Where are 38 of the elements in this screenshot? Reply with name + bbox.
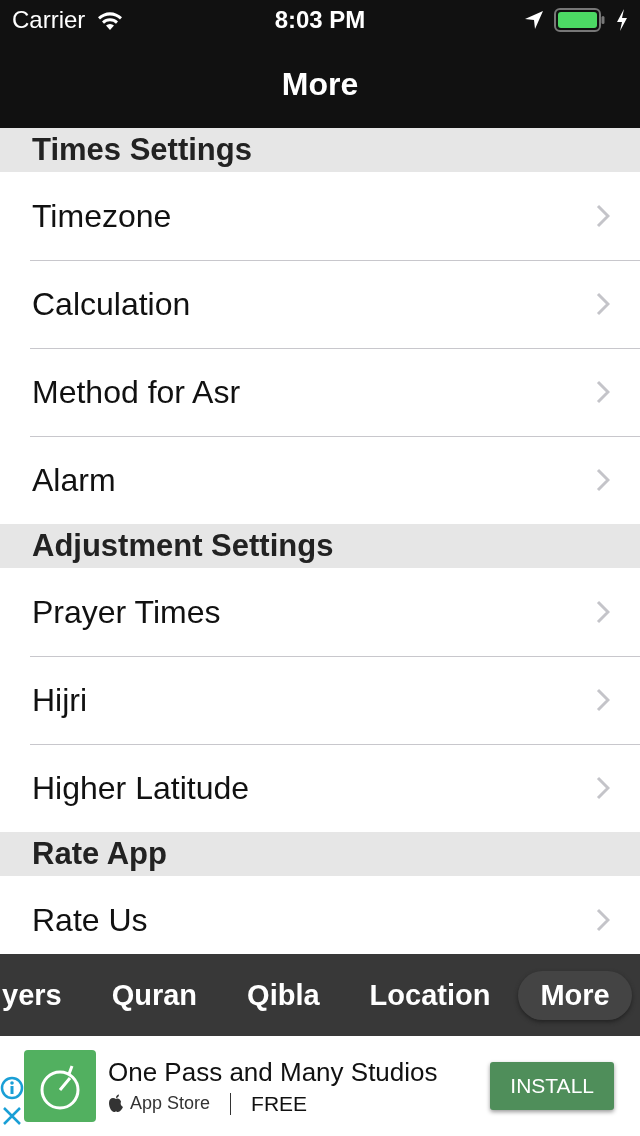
settings-row[interactable]: Prayer Times xyxy=(0,568,640,656)
clock-time: 8:03 PM xyxy=(274,6,366,34)
tab[interactable]: More xyxy=(518,970,632,1020)
settings-row[interactable]: Calculation xyxy=(0,260,640,348)
tab[interactable]: Location xyxy=(347,970,513,1020)
charging-bolt-icon xyxy=(616,9,628,31)
settings-row[interactable]: Method for Asr xyxy=(0,348,640,436)
ad-title: One Pass and Many Studios xyxy=(108,1056,439,1088)
chevron-icon xyxy=(596,204,610,228)
settings-row[interactable]: Rate Us xyxy=(0,876,640,954)
section-header: Times Settings xyxy=(0,128,640,172)
app-icon xyxy=(24,1050,96,1122)
chevron-icon xyxy=(596,908,610,932)
chevron-icon xyxy=(596,600,610,624)
apple-icon xyxy=(108,1094,124,1113)
settings-row[interactable]: Timezone xyxy=(0,172,640,260)
info-icon[interactable] xyxy=(0,1076,24,1100)
tab[interactable]: Quran xyxy=(89,970,220,1020)
close-icon[interactable] xyxy=(2,1106,22,1126)
chevron-icon xyxy=(596,292,610,316)
location-arrow-icon xyxy=(524,10,544,30)
tab[interactable]: Qibla xyxy=(225,970,342,1020)
settings-row[interactable]: Higher Latitude xyxy=(0,744,640,832)
section-header: Adjustment Settings xyxy=(0,524,640,568)
battery-icon xyxy=(554,8,606,32)
nav-title: More xyxy=(281,65,359,103)
section-header: Rate App xyxy=(0,832,640,876)
settings-row[interactable]: Alarm xyxy=(0,436,640,524)
chevron-icon xyxy=(596,468,610,492)
chevron-icon xyxy=(596,776,610,800)
chevron-icon xyxy=(596,688,610,712)
install-button[interactable]: INSTALL xyxy=(490,1062,614,1110)
tab[interactable]: yers xyxy=(0,970,84,1020)
settings-row[interactable]: Hijri xyxy=(0,656,640,744)
price-label: FREE xyxy=(251,1091,308,1116)
chevron-icon xyxy=(596,380,610,404)
store-label: App Store xyxy=(130,1093,211,1114)
carrier-name: Carrier xyxy=(12,6,86,34)
